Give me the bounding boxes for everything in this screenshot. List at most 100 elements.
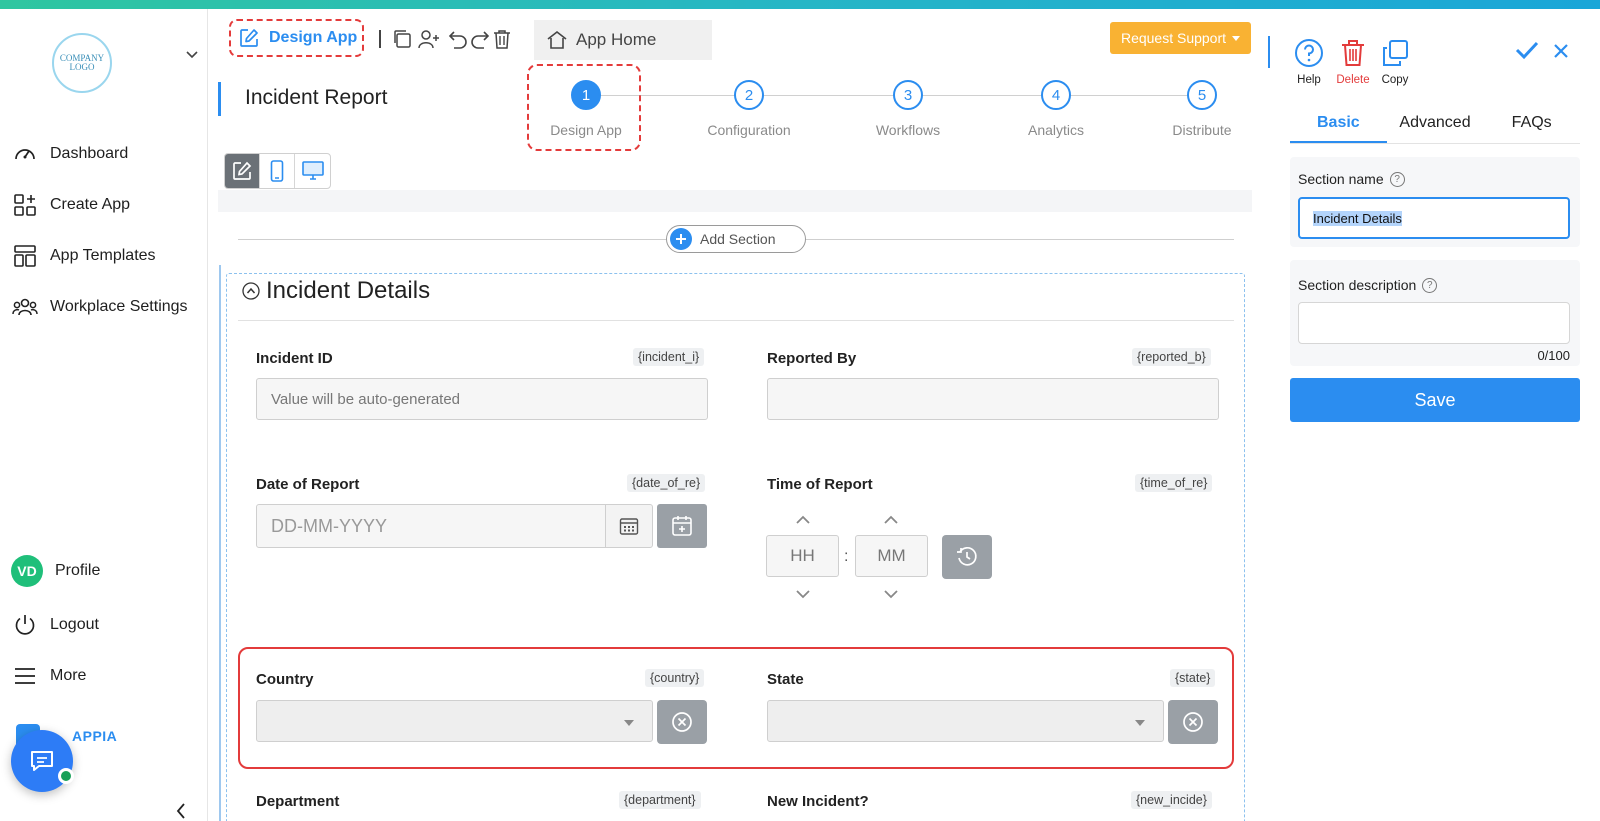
undo-icon[interactable] xyxy=(448,29,468,49)
step-workflows[interactable]: 3 Workflows xyxy=(848,80,968,138)
step-number: 4 xyxy=(1041,80,1071,110)
time-separator: : xyxy=(844,548,849,565)
incident-id-field[interactable]: Value will be auto-generated xyxy=(256,378,708,420)
today-button[interactable] xyxy=(657,504,707,548)
edit-icon xyxy=(239,28,259,48)
sidebar-item-more[interactable]: More xyxy=(12,661,86,691)
save-button[interactable]: Save xyxy=(1290,378,1580,422)
step-number: 1 xyxy=(571,80,601,110)
step-label: Distribute xyxy=(1172,122,1232,138)
minute-up-icon[interactable] xyxy=(884,515,898,524)
gauge-icon xyxy=(12,141,38,167)
step-label: Design App xyxy=(550,122,622,138)
section-description-input[interactable] xyxy=(1298,302,1570,344)
help-tooltip-icon[interactable]: ? xyxy=(1422,277,1438,293)
copy-label: Copy xyxy=(1381,74,1409,86)
sidebar-item-dashboard[interactable]: Dashboard xyxy=(12,139,128,169)
minute-field[interactable]: MM xyxy=(855,535,928,577)
help-tooltip-icon[interactable]: ? xyxy=(1389,171,1405,187)
step-label: Analytics xyxy=(1027,122,1085,138)
chevron-down-icon[interactable] xyxy=(186,51,198,59)
step-analytics[interactable]: 4 Analytics xyxy=(996,80,1116,138)
reported-by-field[interactable] xyxy=(767,378,1219,420)
tab-faqs[interactable]: FAQs xyxy=(1483,106,1580,143)
hour-down-icon[interactable] xyxy=(796,590,810,599)
app-home-label: App Home xyxy=(576,30,657,49)
request-support-button[interactable]: Request Support xyxy=(1110,22,1251,54)
duplicate-icon[interactable] xyxy=(392,29,412,49)
country-clear-button[interactable] xyxy=(657,700,707,744)
new-incident-label: New Incident? xyxy=(767,793,869,810)
app-home-tab[interactable]: App Home xyxy=(534,20,712,60)
redo-icon[interactable] xyxy=(470,29,490,49)
sidebar-item-create-app[interactable]: Create App xyxy=(12,190,130,220)
current-time-button[interactable] xyxy=(942,535,992,579)
request-support-label: Request Support xyxy=(1120,30,1227,46)
tab-advanced[interactable]: Advanced xyxy=(1387,106,1484,143)
calendar-icon xyxy=(619,517,639,535)
state-label: State xyxy=(767,671,804,688)
dropdown-arrow-icon xyxy=(1135,720,1145,726)
state-clear-button[interactable] xyxy=(1168,700,1218,744)
calendar-add-icon xyxy=(671,515,693,537)
collapse-chevron-icon[interactable] xyxy=(242,282,260,300)
trash-icon xyxy=(1338,38,1368,68)
trash-icon[interactable] xyxy=(492,29,512,49)
collapse-sidebar-button[interactable] xyxy=(176,803,186,819)
dropdown-arrow-icon xyxy=(624,720,634,726)
date-of-report-field[interactable]: DD-MM-YYYY xyxy=(256,504,610,548)
date-of-report-tag: {date_of_re} xyxy=(627,474,706,492)
state-select[interactable] xyxy=(767,700,1164,742)
confirm-check-icon[interactable] xyxy=(1515,40,1539,60)
reported-by-label: Reported By xyxy=(767,350,857,367)
design-app-tab[interactable]: Design App xyxy=(229,19,364,57)
chat-icon xyxy=(29,749,55,773)
copy-button[interactable]: Copy xyxy=(1370,38,1420,86)
minute-placeholder: MM xyxy=(877,546,906,565)
edit-view-button[interactable] xyxy=(225,154,261,188)
mobile-view-button[interactable] xyxy=(260,154,296,188)
help-circle-icon xyxy=(1294,38,1324,68)
tab-basic[interactable]: Basic xyxy=(1290,106,1387,143)
users-icon xyxy=(12,294,38,320)
sidebar-item-label: Create App xyxy=(50,196,131,213)
sidebar-item-app-templates[interactable]: App Templates xyxy=(12,241,156,271)
desktop-icon xyxy=(301,161,324,181)
hour-placeholder: HH xyxy=(790,546,815,565)
hour-field[interactable]: HH xyxy=(766,535,839,577)
sidebar-item-logout[interactable]: Logout xyxy=(12,610,99,640)
close-icon[interactable] xyxy=(1553,43,1569,59)
time-of-report-tag: {time_of_re} xyxy=(1135,474,1213,492)
calendar-button[interactable] xyxy=(605,504,653,548)
desktop-view-button[interactable] xyxy=(295,154,330,188)
company-logo[interactable]: COMPANY LOGO xyxy=(52,33,112,93)
home-icon xyxy=(546,30,568,50)
section-header[interactable]: Incident Details xyxy=(242,277,430,305)
step-configuration[interactable]: 2 Configuration xyxy=(689,80,809,138)
step-distribute[interactable]: 5 Distribute xyxy=(1142,80,1262,138)
section-description-label: Section description ? xyxy=(1298,277,1438,293)
add-section-button[interactable]: Add Section xyxy=(666,225,806,253)
sidebar-item-profile[interactable]: VD Profile xyxy=(11,555,100,587)
section-name-card: Section name ? Incident Details xyxy=(1290,157,1580,247)
section-name-input[interactable]: Incident Details xyxy=(1298,197,1570,239)
help-label: Help xyxy=(1297,74,1321,86)
hour-up-icon[interactable] xyxy=(796,515,810,524)
minute-down-icon[interactable] xyxy=(884,590,898,599)
help-button[interactable]: Help xyxy=(1284,38,1334,86)
time-of-report-label: Time of Report xyxy=(767,476,873,493)
sidebar-item-label: More xyxy=(50,667,87,684)
sidebar-item-workplace-settings[interactable]: Workplace Settings xyxy=(12,292,188,322)
copy-icon xyxy=(1380,38,1410,68)
country-select[interactable] xyxy=(256,700,653,742)
section-description-card: Section description ? 0/100 xyxy=(1290,260,1580,366)
sidebar: COMPANY LOGO Dashboard Create App App Te… xyxy=(0,9,208,821)
country-label: Country xyxy=(256,671,314,688)
add-user-icon[interactable] xyxy=(418,29,440,49)
sidebar-item-label: Workplace Settings xyxy=(50,298,188,315)
page-title: Incident Report xyxy=(245,86,388,109)
sidebar-item-label: Logout xyxy=(50,616,99,633)
design-app-label: Design App xyxy=(269,29,358,46)
template-icon xyxy=(12,243,38,269)
step-design-app[interactable]: 1 Design App xyxy=(526,80,646,138)
